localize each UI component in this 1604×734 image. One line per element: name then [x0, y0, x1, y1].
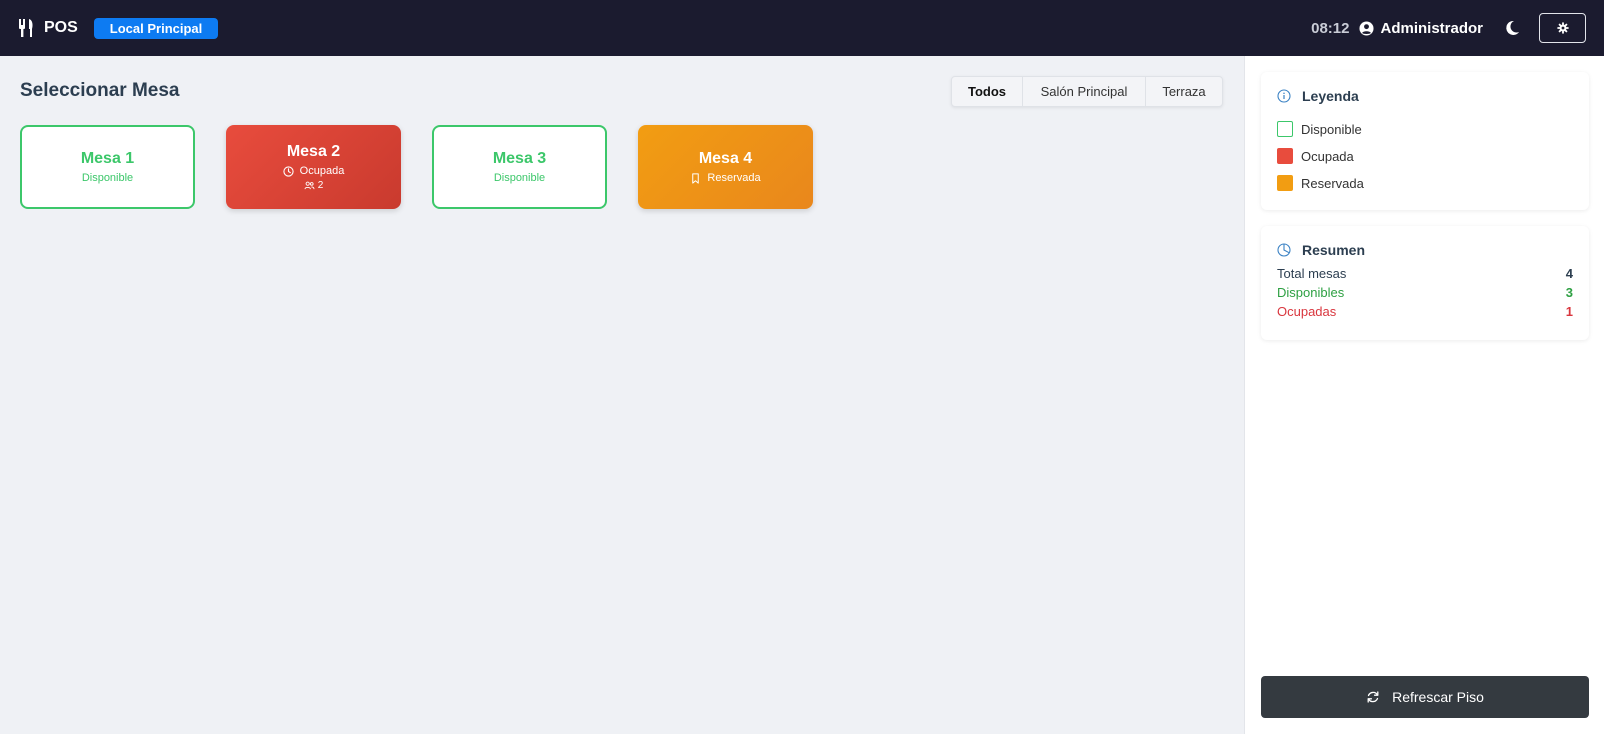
summary-row-disponibles: Disponibles 3	[1277, 285, 1573, 300]
settings-button[interactable]	[1539, 13, 1586, 43]
summary-value: 1	[1565, 304, 1573, 319]
area-tabs: Todos Salón Principal Terraza	[951, 76, 1223, 107]
refresh-icon	[1366, 690, 1380, 704]
swatch-reserved	[1277, 175, 1293, 191]
summary-label: Disponibles	[1277, 285, 1345, 300]
utensils-icon	[18, 18, 36, 38]
local-badge[interactable]: Local Principal	[93, 17, 219, 39]
legend-label: Disponible	[1301, 121, 1362, 137]
brand-label: POS	[44, 19, 78, 36]
brand[interactable]: POS	[18, 18, 78, 38]
table-status-label: Disponible	[81, 172, 134, 184]
tab-salon-principal[interactable]: Salón Principal	[1023, 77, 1146, 106]
legend-item-reservada: Reservada	[1277, 175, 1364, 191]
gear-icon	[1556, 22, 1569, 34]
summary-panel: Resumen Total mesas 4 Disponibles 3 Ocup…	[1261, 226, 1589, 340]
navbar-right: 08:12 Administrador	[1311, 13, 1586, 43]
summary-row-total: Total mesas 4	[1277, 266, 1573, 281]
swatch-available	[1277, 121, 1293, 137]
summary-value: 4	[1565, 266, 1573, 281]
summary-row-ocupadas: Ocupadas 1	[1277, 304, 1573, 319]
table-card-mesa-3[interactable]: Mesa 3 Disponible	[432, 125, 607, 209]
clock-icon	[283, 165, 294, 177]
table-status-label: Reservada	[707, 172, 761, 184]
legend-label: Reservada	[1301, 175, 1364, 191]
refresh-floor-button[interactable]: Refrescar Piso	[1261, 676, 1589, 718]
table-status: Disponible	[494, 172, 545, 184]
pie-chart-icon	[1277, 243, 1291, 257]
moon-icon[interactable]	[1503, 19, 1521, 37]
legend-label: Ocupada	[1301, 148, 1354, 164]
top-navbar: POS Local Principal 08:12 Administrador	[0, 0, 1604, 56]
table-name: Mesa 3	[492, 150, 547, 167]
legend-item-ocupada: Ocupada	[1277, 148, 1354, 164]
legend-title-label: Leyenda	[1302, 88, 1359, 104]
table-card-mesa-2[interactable]: Mesa 2 Ocupada 2	[226, 125, 401, 209]
table-status-label: Disponible	[493, 172, 546, 184]
summary-label: Ocupadas	[1277, 304, 1337, 319]
user-name: Administrador	[1380, 19, 1483, 37]
tab-terraza[interactable]: Terraza	[1146, 77, 1222, 106]
table-status: Ocupada	[283, 165, 345, 177]
user-menu[interactable]: Administrador	[1359, 20, 1483, 37]
page-title: Seleccionar Mesa	[20, 80, 180, 101]
table-grid: Mesa 1 Disponible Mesa 2 Ocupada 2 Mesa …	[20, 125, 813, 209]
table-card-mesa-1[interactable]: Mesa 1 Disponible	[20, 125, 195, 209]
table-name: Mesa 4	[698, 150, 753, 167]
user-circle-icon	[1359, 20, 1375, 36]
summary-value: 3	[1565, 285, 1573, 300]
summary-label: Total mesas	[1277, 266, 1347, 281]
people-icon	[304, 181, 315, 190]
summary-title-label: Resumen	[1302, 242, 1366, 258]
info-circle-icon	[1277, 89, 1291, 103]
table-card-mesa-4[interactable]: Mesa 4 Reservada	[638, 125, 813, 209]
main-area: Seleccionar Mesa Todos Salón Principal T…	[0, 56, 1244, 734]
refresh-label: Refrescar Piso	[1392, 689, 1484, 705]
legend-panel: Leyenda Disponible Ocupada Reservada	[1261, 72, 1589, 210]
table-status-label: Ocupada	[299, 165, 345, 177]
legend-item-disponible: Disponible	[1277, 121, 1362, 137]
sidebar: Leyenda Disponible Ocupada Reservada Res…	[1244, 56, 1604, 734]
tab-todos[interactable]: Todos	[952, 77, 1023, 106]
legend-title: Leyenda	[1277, 88, 1359, 104]
table-status: Disponible	[82, 172, 133, 184]
table-guests-count: 2	[317, 180, 324, 191]
swatch-occupied	[1277, 148, 1293, 164]
table-guests: 2	[304, 180, 324, 191]
table-status: Reservada	[690, 172, 761, 184]
clock: 08:12	[1311, 19, 1350, 37]
summary-title: Resumen	[1277, 242, 1365, 258]
table-name: Mesa 2	[286, 143, 341, 160]
bookmark-icon	[690, 172, 701, 184]
table-name: Mesa 1	[80, 150, 135, 167]
